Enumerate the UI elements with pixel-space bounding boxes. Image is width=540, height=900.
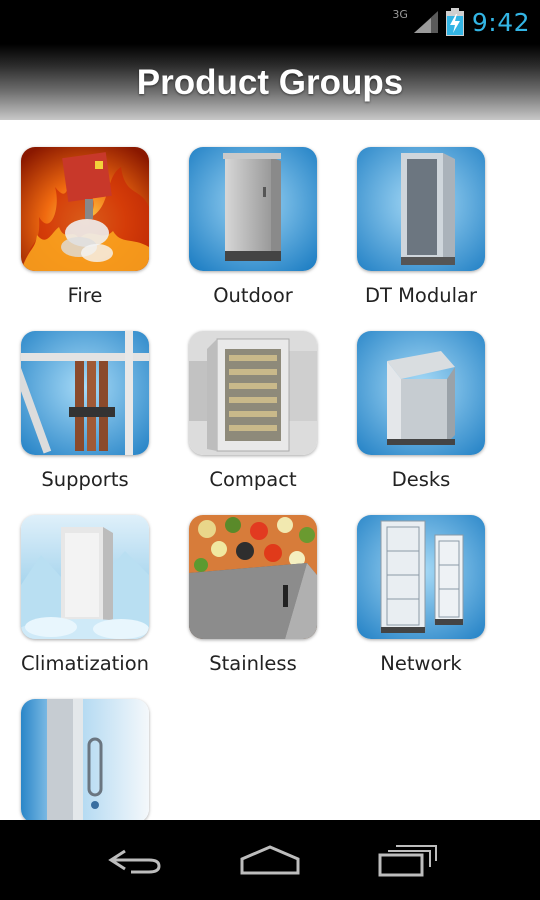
navigation-bar — [0, 820, 540, 900]
signal-icon — [413, 11, 438, 33]
network-type: 3G — [392, 7, 408, 21]
battery-charging-icon — [445, 8, 464, 36]
back-icon — [108, 849, 161, 874]
product-tile-desks[interactable]: Desks — [336, 304, 504, 491]
product-label: Stainless — [209, 652, 297, 675]
recent-apps-button[interactable] — [372, 840, 442, 880]
climatization-product-image — [21, 515, 149, 639]
back-button[interactable] — [100, 840, 170, 880]
product-tile-dt-modular[interactable]: DT Modular — [336, 120, 504, 307]
product-tile-climatization[interactable]: Climatization — [0, 488, 168, 675]
product-tile-compact[interactable]: Compact — [168, 304, 336, 491]
product-tile-supports[interactable]: Supports — [0, 304, 168, 491]
title-bar: Product Groups — [0, 44, 540, 120]
dt-modular-product-image — [357, 147, 485, 271]
recent-apps-icon — [378, 845, 437, 877]
product-tile-fire[interactable]: Fire — [0, 120, 168, 307]
product-label: Network — [380, 652, 462, 675]
network-product-image — [357, 515, 485, 639]
accessory-product-image — [21, 699, 149, 820]
compact-product-image — [189, 331, 317, 455]
status-bar: 3G 9:42 — [0, 0, 540, 44]
outdoor-product-image — [189, 147, 317, 271]
status-icons: 3G 9:42 — [392, 6, 530, 38]
page-title: Product Groups — [136, 63, 404, 102]
desks-product-image — [357, 331, 485, 455]
product-tile-accessory[interactable] — [0, 672, 168, 820]
supports-product-image — [21, 331, 149, 455]
product-tile-outdoor[interactable]: Outdoor — [168, 120, 336, 307]
stainless-product-image — [189, 515, 317, 639]
home-icon — [240, 845, 300, 875]
product-grid: Fire Outdoor DT Modular Supports Compact… — [0, 120, 540, 820]
product-tile-network[interactable]: Network — [336, 488, 504, 675]
home-button[interactable] — [235, 840, 305, 880]
clock: 9:42 — [471, 7, 530, 37]
fire-product-image — [21, 147, 149, 271]
product-tile-stainless[interactable]: Stainless — [168, 488, 336, 675]
